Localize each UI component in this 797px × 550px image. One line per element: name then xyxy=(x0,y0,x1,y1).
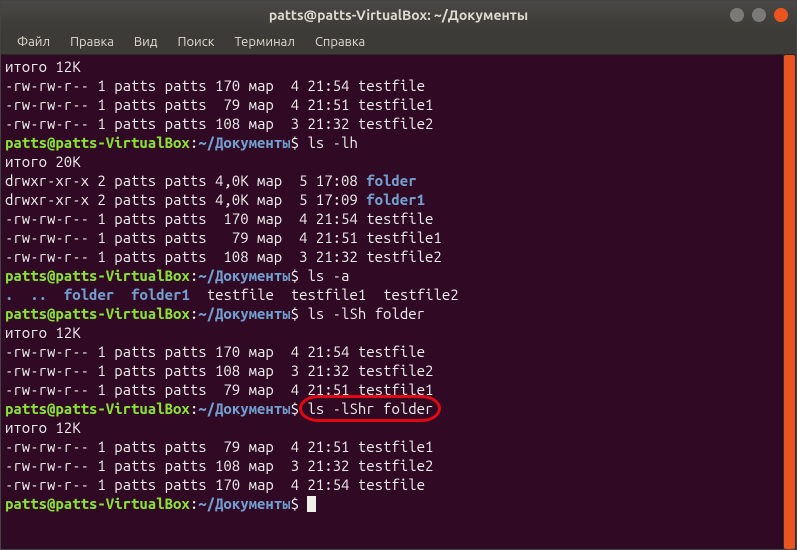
output-text xyxy=(190,286,207,303)
menu-search[interactable]: Поиск xyxy=(169,33,222,51)
prompt-sigil: $ xyxy=(291,305,308,322)
terminal-line: -rw-rw-r-- 1 patts patts 108 мар 3 21:32… xyxy=(5,456,792,475)
menu-file[interactable]: Файл xyxy=(9,33,58,51)
directory-name: folder1 xyxy=(131,286,190,303)
output-text: -rw-rw-r-- 1 patts patts 79 мар 4 21:51 … xyxy=(5,381,433,398)
terminal-line: -rw-rw-r-- 1 patts patts 170 мар 4 21:54… xyxy=(5,76,792,95)
maximize-button[interactable] xyxy=(752,8,766,22)
terminal-line: patts@patts-VirtualBox:~/Документы$ xyxy=(5,494,792,513)
terminal-window: patts@patts-VirtualBox: ~/Документы Файл… xyxy=(0,0,797,550)
terminal-line: -rw-rw-r-- 1 patts patts 79 мар 4 21:51 … xyxy=(5,437,792,456)
output-text: итого 12K xyxy=(5,58,81,75)
prompt-sigil: $ xyxy=(291,495,308,512)
terminal-line: patts@patts-VirtualBox:~/Документы$ ls -… xyxy=(5,133,792,152)
prompt-sigil: $ xyxy=(291,267,308,284)
terminal-line: patts@patts-VirtualBox:~/Документы$ ls -… xyxy=(5,266,792,285)
prompt-path: ~/Документы xyxy=(198,267,290,284)
terminal-line: итого 12K xyxy=(5,323,792,342)
directory-name: folder xyxy=(366,172,416,189)
terminal-line: -rw-rw-r-- 1 patts patts 108 мар 3 21:32… xyxy=(5,361,792,380)
terminal-line: -rw-rw-r-- 1 patts patts 170 мар 4 21:54… xyxy=(5,342,792,361)
terminal-line: drwxr-xr-x 2 patts patts 4,0K мар 5 17:0… xyxy=(5,190,792,209)
menu-help[interactable]: Справка xyxy=(307,33,373,51)
output-text: -rw-rw-r-- 1 patts patts 108 мар 3 21:32… xyxy=(5,457,433,474)
terminal-content[interactable]: итого 12K -rw-rw-r-- 1 patts patts 170 ма… xyxy=(1,55,796,549)
terminal-line: итого 20K xyxy=(5,152,792,171)
output-text: -rw-rw-r-- 1 patts patts 79 мар 4 21:51 … xyxy=(5,96,433,113)
output-text: drwxr-xr-x 2 patts patts 4,0K мар 5 17:0… xyxy=(5,172,366,189)
output-text xyxy=(47,286,64,303)
terminal-line: итого 12K xyxy=(5,57,792,76)
command-text: ls -lh xyxy=(307,134,357,151)
output-text: -rw-rw-r-- 1 patts patts 170 мар 4 21:54… xyxy=(5,77,425,94)
output-text: -rw-rw-r-- 1 patts patts 79 мар 4 21:51 … xyxy=(5,229,442,246)
prompt-user-host: patts@patts-VirtualBox xyxy=(5,305,190,322)
command-text: ls -a xyxy=(307,267,349,284)
window-controls xyxy=(730,8,788,22)
scrollbar-thumb[interactable] xyxy=(784,55,795,549)
terminal-line: -rw-rw-r-- 1 patts patts 108 мар 3 21:32… xyxy=(5,247,792,266)
prompt-path: ~/Документы xyxy=(198,495,290,512)
prompt-sigil: $ xyxy=(291,134,308,151)
terminal-line: patts@patts-VirtualBox:~/Документы$ ls -… xyxy=(5,304,792,323)
titlebar[interactable]: patts@patts-VirtualBox: ~/Документы xyxy=(1,1,796,29)
minimize-button[interactable] xyxy=(730,8,744,22)
command-text: ls -lSh folder xyxy=(307,305,425,322)
terminal-line: -rw-rw-r-- 1 patts patts 108 мар 3 21:32… xyxy=(5,114,792,133)
terminal-line: -rw-rw-r-- 1 patts patts 79 мар 4 21:51 … xyxy=(5,380,792,399)
terminal-line: patts@patts-VirtualBox:~/Документы$ ls -… xyxy=(5,399,792,418)
menubar: Файл Правка Вид Поиск Терминал Справка xyxy=(1,29,796,55)
terminal-line: -rw-rw-r-- 1 patts patts 79 мар 4 21:51 … xyxy=(5,95,792,114)
output-text xyxy=(114,286,131,303)
output-text: -rw-rw-r-- 1 patts patts 108 мар 3 21:32… xyxy=(5,115,433,132)
menu-view[interactable]: Вид xyxy=(126,33,166,51)
prompt-path: ~/Документы xyxy=(198,134,290,151)
prompt-path: ~/Документы xyxy=(198,400,290,417)
command-text: ls -lShr folder xyxy=(307,400,433,417)
prompt-path: ~/Документы xyxy=(198,305,290,322)
directory-name: folder1 xyxy=(366,191,425,208)
terminal-line: -rw-rw-r-- 1 patts patts 170 мар 4 21:54… xyxy=(5,475,792,494)
prompt-user-host: patts@patts-VirtualBox xyxy=(5,400,190,417)
output-text: -rw-rw-r-- 1 patts patts 170 мар 4 21:54… xyxy=(5,476,425,493)
directory-name: folder xyxy=(64,286,114,303)
output-text: -rw-rw-r-- 1 patts patts 79 мар 4 21:51 … xyxy=(5,438,433,455)
output-text: -rw-rw-r-- 1 patts patts 170 мар 4 21:54… xyxy=(5,343,425,360)
terminal-line: . .. folder folder1 testfile testfile1 t… xyxy=(5,285,792,304)
directory-name: .. xyxy=(30,286,47,303)
scrollbar-track[interactable] xyxy=(783,55,796,549)
terminal-line: drwxr-xr-x 2 patts patts 4,0K мар 5 17:0… xyxy=(5,171,792,190)
output-text: итого 20K xyxy=(5,153,81,170)
close-button[interactable] xyxy=(774,8,788,22)
terminal-line: -rw-rw-r-- 1 patts patts 170 мар 4 21:54… xyxy=(5,209,792,228)
prompt-user-host: patts@patts-VirtualBox xyxy=(5,267,190,284)
output-text: итого 12K xyxy=(5,324,81,341)
prompt-user-host: patts@patts-VirtualBox xyxy=(5,134,190,151)
window-title: patts@patts-VirtualBox: ~/Документы xyxy=(269,7,528,23)
output-text: drwxr-xr-x 2 patts patts 4,0K мар 5 17:0… xyxy=(5,191,366,208)
cursor xyxy=(307,496,316,512)
output-text: -rw-rw-r-- 1 patts patts 108 мар 3 21:32… xyxy=(5,362,433,379)
menu-edit[interactable]: Правка xyxy=(62,33,122,51)
prompt-sigil: $ xyxy=(291,400,308,417)
menu-terminal[interactable]: Терминал xyxy=(226,33,302,51)
prompt-user-host: patts@patts-VirtualBox xyxy=(5,495,190,512)
terminal-line: итого 12K xyxy=(5,418,792,437)
output-text: -rw-rw-r-- 1 patts patts 108 мар 3 21:32… xyxy=(5,248,442,265)
output-text: итого 12K xyxy=(5,419,81,436)
output-text: -rw-rw-r-- 1 patts patts 170 мар 4 21:54… xyxy=(5,210,433,227)
terminal-line: -rw-rw-r-- 1 patts patts 79 мар 4 21:51 … xyxy=(5,228,792,247)
output-text xyxy=(13,286,30,303)
output-text: testfile testfile1 testfile2 xyxy=(207,286,459,303)
